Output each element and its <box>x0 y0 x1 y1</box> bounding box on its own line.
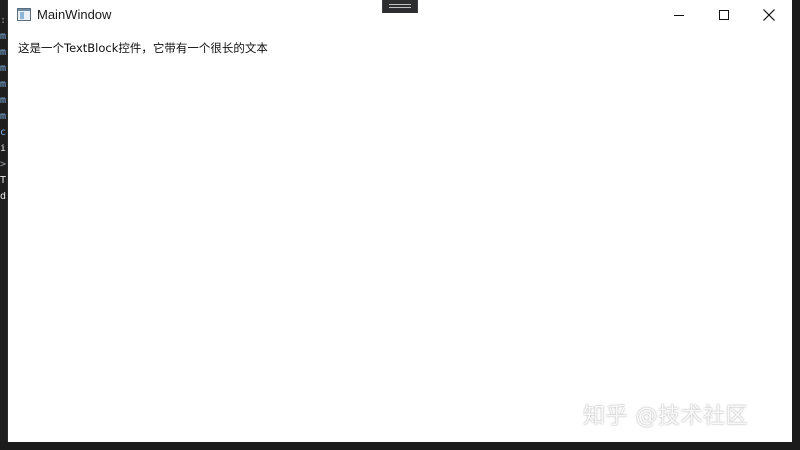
gutter-char: m <box>0 48 7 58</box>
minimize-icon <box>674 15 684 16</box>
bottom-border <box>0 442 800 450</box>
gutter-char: m <box>0 112 7 122</box>
gutter-char: i <box>0 144 7 154</box>
window-content: 这是一个TextBlock控件，它带有一个很长的文本 <box>8 30 792 442</box>
gutter-char: T <box>0 176 7 186</box>
window-app-icon[interactable] <box>17 8 31 21</box>
maximize-icon <box>719 10 729 20</box>
desktop-stage: : m m m m m m c i > T d MainWindow 这是一个T… <box>0 0 800 450</box>
drag-handle[interactable] <box>382 0 418 13</box>
minimize-button[interactable] <box>656 0 702 30</box>
gutter-char: > <box>0 160 7 170</box>
gutter-char: : <box>0 16 7 26</box>
handle-line <box>389 4 411 5</box>
gutter-char: m <box>0 32 7 42</box>
watermark-text: 知乎 @技术社区 <box>583 404 748 429</box>
maximize-button[interactable] <box>701 0 747 30</box>
editor-gutter: : m m m m m m c i > T d <box>0 0 8 450</box>
close-button[interactable] <box>746 0 792 30</box>
close-icon <box>763 9 775 21</box>
text-block: 这是一个TextBlock控件，它带有一个很长的文本 <box>18 41 268 55</box>
window-title: MainWindow <box>37 7 112 22</box>
main-window: MainWindow 这是一个TextBlock控件，它带有一个很长的文本 <box>8 0 792 442</box>
right-border <box>792 0 800 450</box>
handle-line <box>389 7 411 8</box>
gutter-char: d <box>0 192 7 202</box>
gutter-char: m <box>0 80 7 90</box>
gutter-char: m <box>0 64 7 74</box>
gutter-char: m <box>0 96 7 106</box>
gutter-char: c <box>0 128 7 138</box>
